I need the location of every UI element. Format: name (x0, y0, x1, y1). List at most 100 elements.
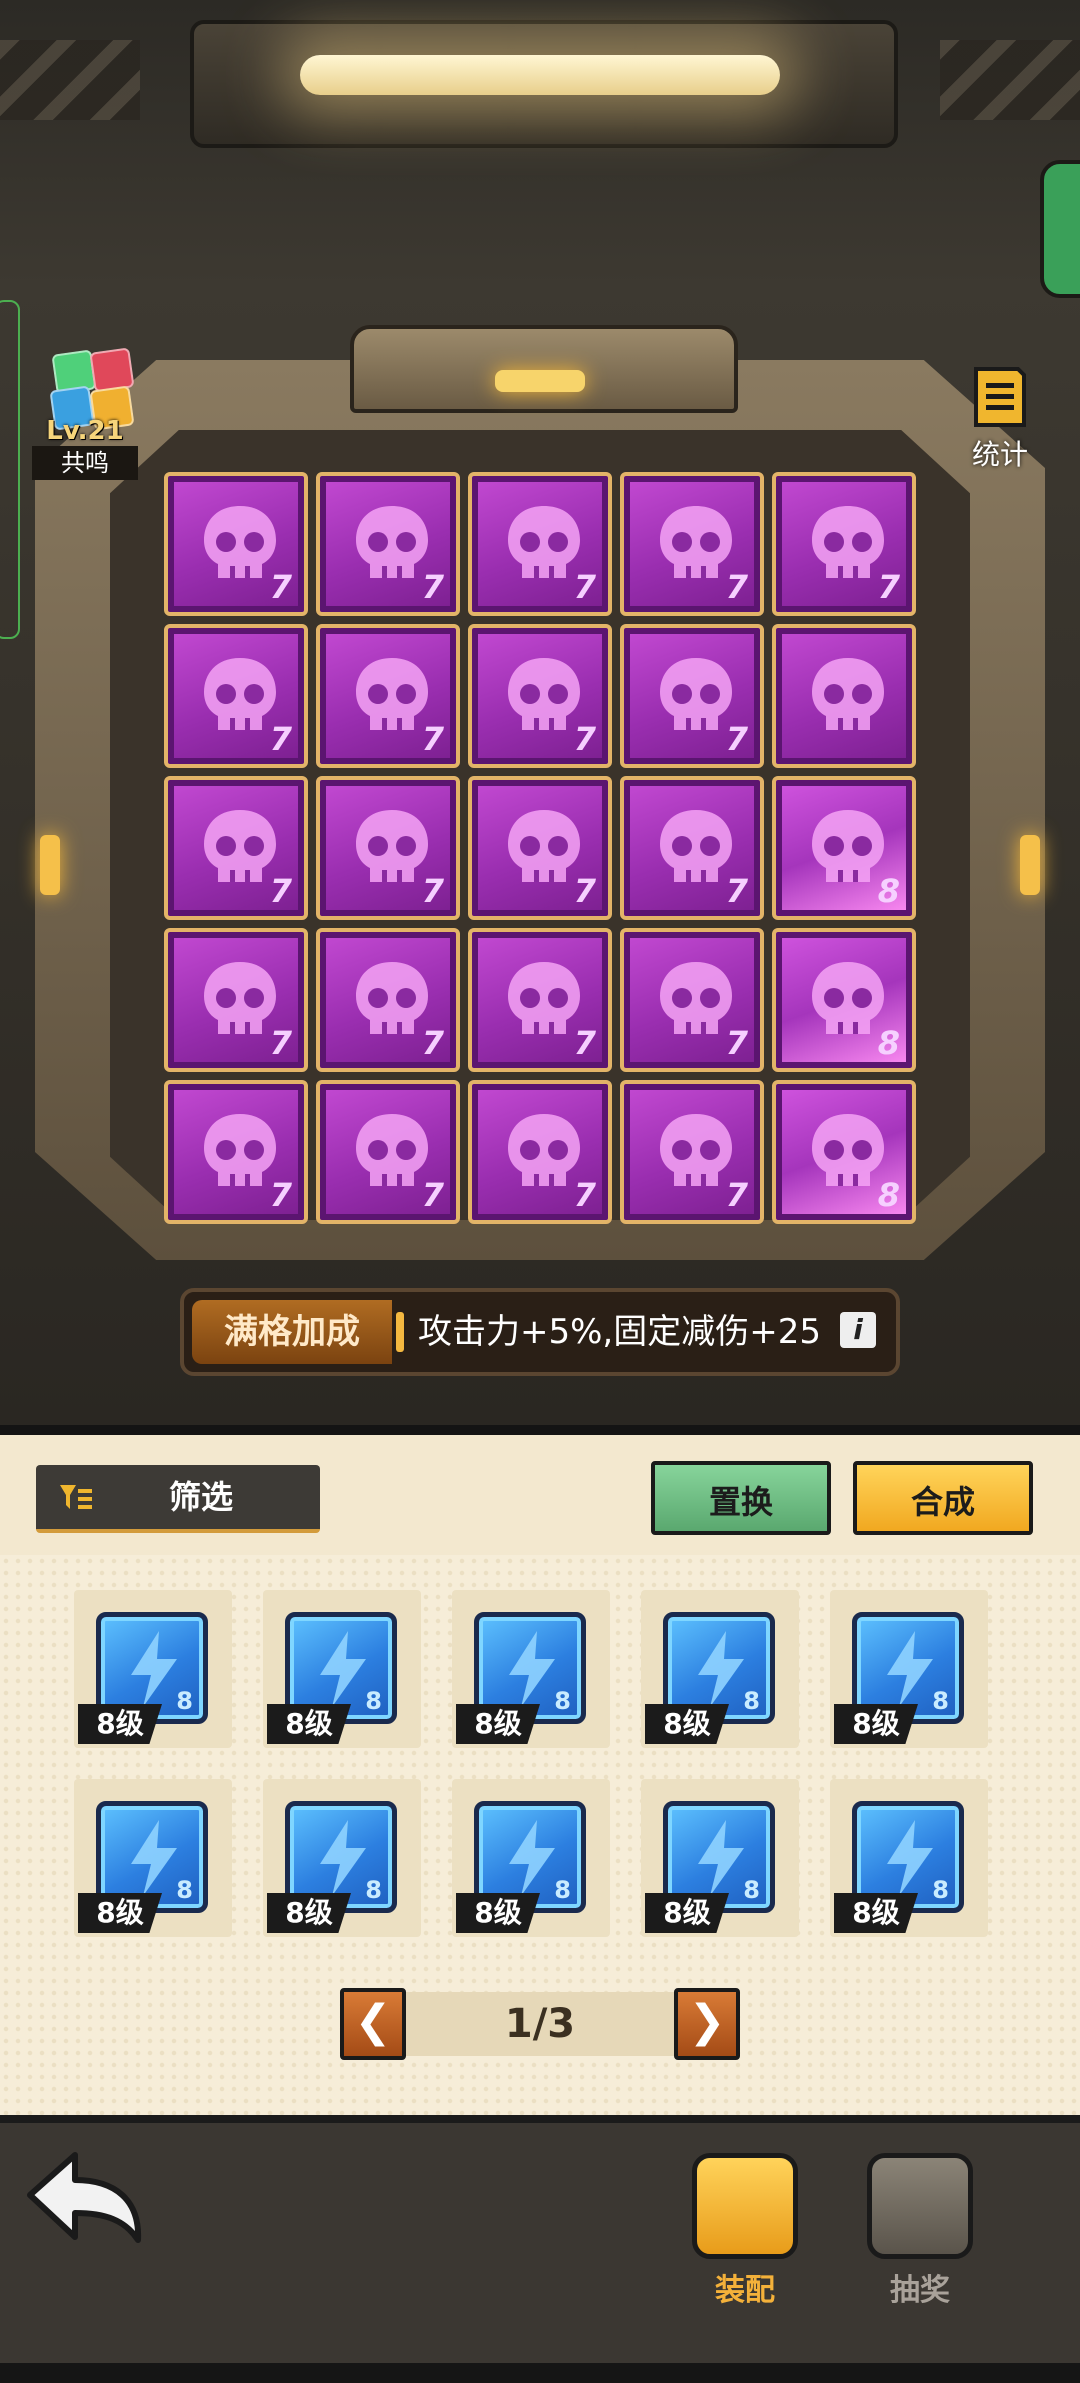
module-slot[interactable]: 8 (772, 776, 916, 920)
inventory-item[interactable]: 8 8级 (74, 1779, 232, 1937)
scene-background: Lv.21 共鸣 统计 7 7 7 7 7 7 7 7 7 7 7 7 7 8 7 7 7 7 8 7 7 7 7 8 满格加… (0, 0, 1080, 1425)
ceiling-stripes-left (0, 40, 140, 120)
item-level-label: 8级 (834, 1704, 918, 1744)
panel-header: 筛选 置换 合成 (0, 1435, 1080, 1555)
filter-button[interactable]: 筛选 (36, 1465, 320, 1533)
inventory-item[interactable]: 8 8级 (641, 1590, 799, 1748)
module-slot[interactable]: 7 (468, 472, 612, 616)
side-lamp-left (40, 835, 60, 895)
inventory-item[interactable]: 8 8级 (830, 1590, 988, 1748)
left-edge-tab[interactable] (0, 300, 20, 639)
module-slot[interactable]: 7 (164, 776, 308, 920)
module-level: 7 (269, 1176, 292, 1214)
module-slot[interactable]: 7 (468, 928, 612, 1072)
module-level: 7 (725, 568, 748, 606)
inventory-item[interactable]: 8 8级 (74, 1590, 232, 1748)
item-level-label: 8级 (456, 1704, 540, 1744)
stats-button[interactable]: 统计 (960, 365, 1040, 473)
module-level: 7 (269, 720, 292, 758)
full-grid-bonus-bar: 满格加成 攻击力+5%,固定减伤+25 i (180, 1288, 900, 1376)
resonance-level: Lv.21 (46, 416, 124, 446)
ceiling-light (300, 55, 780, 95)
module-level: 7 (725, 1024, 748, 1062)
inventory-item[interactable]: 8 8级 (452, 1590, 610, 1748)
page-indicator: 1/3 (504, 2001, 576, 2047)
lightning-icon (509, 1631, 555, 1707)
inventory-item[interactable]: 8 8级 (263, 1779, 421, 1937)
side-chat-tab[interactable] (1040, 160, 1080, 298)
chip-level: 8 (743, 1687, 760, 1715)
merge-button[interactable]: 合成 (853, 1461, 1033, 1535)
inventory-item[interactable]: 8 8级 (830, 1779, 988, 1937)
module-level: 7 (269, 872, 292, 910)
chip-level: 8 (365, 1876, 382, 1904)
bonus-divider (396, 1312, 404, 1352)
module-level: 7 (573, 1024, 596, 1062)
module-grid: 7 7 7 7 7 7 7 7 7 7 7 7 7 8 7 7 7 7 8 7 7 7 7 8 (160, 468, 920, 1228)
module-level: 7 (877, 568, 900, 606)
inventory-item[interactable]: 8 8级 (641, 1779, 799, 1937)
bottom-nav: 装配 抽奖 (0, 2115, 1080, 2383)
module-level: 7 (725, 872, 748, 910)
chip-level: 8 (365, 1687, 382, 1715)
module-slot[interactable] (772, 624, 916, 768)
filter-label: 筛选 (168, 1478, 233, 1516)
item-level-label: 8级 (78, 1893, 162, 1933)
module-slot[interactable]: 7 (772, 472, 916, 616)
module-level: 7 (421, 1176, 444, 1214)
module-slot[interactable]: 7 (468, 1080, 612, 1224)
item-level-label: 8级 (645, 1704, 729, 1744)
item-level-label: 8级 (456, 1893, 540, 1933)
nav-equip[interactable]: 装配 (680, 2153, 810, 2309)
module-slot[interactable]: 7 (620, 928, 764, 1072)
inventory-item[interactable]: 8 8级 (263, 1590, 421, 1748)
module-slot[interactable]: 7 (164, 1080, 308, 1224)
module-slot[interactable]: 7 (164, 624, 308, 768)
module-level: 7 (573, 568, 596, 606)
module-slot[interactable]: 7 (620, 472, 764, 616)
module-slot[interactable]: 7 (164, 928, 308, 1072)
swap-button[interactable]: 置换 (651, 1461, 831, 1535)
lightning-icon (887, 1631, 933, 1707)
module-slot[interactable]: 8 (772, 928, 916, 1072)
module-slot[interactable]: 7 (620, 776, 764, 920)
inventory-item[interactable]: 8 8级 (452, 1779, 610, 1937)
module-slot[interactable]: 7 (316, 928, 460, 1072)
module-level: 7 (573, 720, 596, 758)
lightning-icon (698, 1820, 744, 1896)
vault-lamp (495, 370, 585, 392)
nav-draw[interactable]: 抽奖 (855, 2153, 985, 2309)
skull-icon (812, 658, 884, 730)
module-slot[interactable]: 7 (316, 1080, 460, 1224)
info-icon[interactable]: i (840, 1312, 876, 1348)
module-slot[interactable]: 7 (620, 624, 764, 768)
module-slot[interactable]: 7 (164, 472, 308, 616)
module-slot[interactable]: 7 (468, 624, 612, 768)
module-level: 7 (269, 568, 292, 606)
module-slot[interactable]: 8 (772, 1080, 916, 1224)
item-level-label: 8级 (267, 1893, 351, 1933)
module-level: 7 (573, 1176, 596, 1214)
lightning-icon (320, 1631, 366, 1707)
chip-level: 8 (554, 1876, 571, 1904)
resonance-label: 共鸣 (32, 446, 138, 480)
equip-icon (692, 2153, 798, 2259)
module-level: 7 (269, 1024, 292, 1062)
module-slot[interactable]: 7 (316, 472, 460, 616)
chip-level: 8 (176, 1876, 193, 1904)
pager: ❮ 1/3 ❯ (340, 1988, 740, 2060)
module-slot[interactable]: 7 (620, 1080, 764, 1224)
back-arrow-icon[interactable] (20, 2145, 150, 2255)
module-slot[interactable]: 7 (468, 776, 612, 920)
module-slot[interactable]: 7 (316, 776, 460, 920)
item-level-label: 8级 (78, 1704, 162, 1744)
nav-draw-label: 抽奖 (890, 2273, 950, 2308)
filter-icon (60, 1485, 92, 1509)
module-slot[interactable]: 7 (316, 624, 460, 768)
bonus-text: 攻击力+5%,固定减伤+25 (418, 1312, 821, 1352)
chip-level: 8 (176, 1687, 193, 1715)
next-page-button[interactable]: ❯ (674, 1988, 740, 2060)
item-level-label: 8级 (267, 1704, 351, 1744)
module-level: 8 (877, 872, 900, 910)
module-level: 7 (421, 1024, 444, 1062)
